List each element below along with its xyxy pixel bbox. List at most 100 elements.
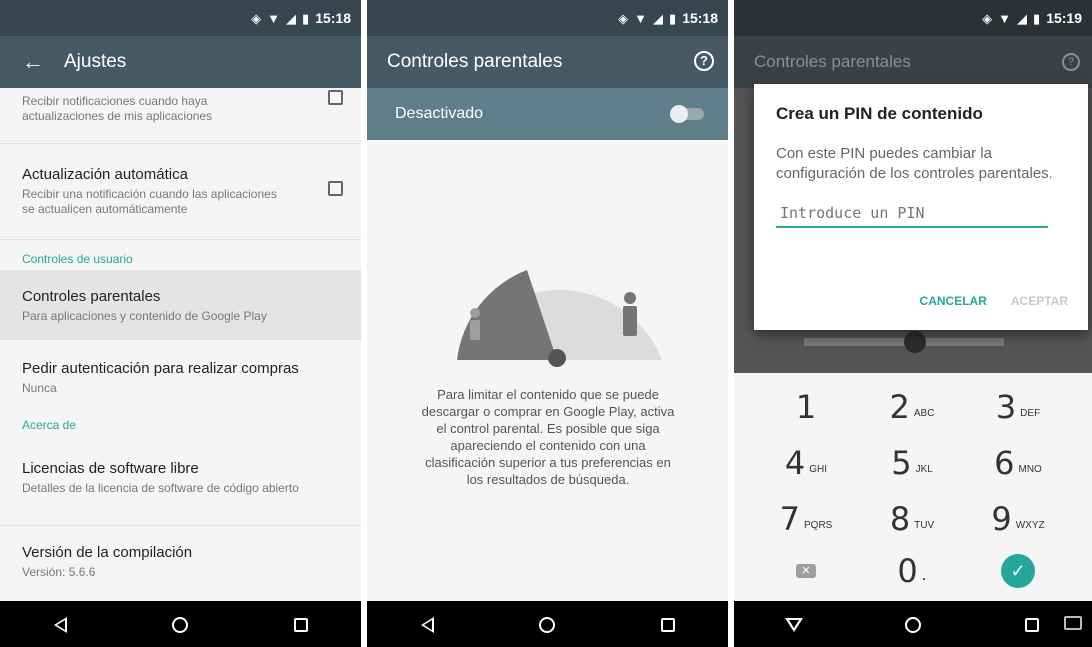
dial-pivot — [548, 349, 566, 367]
list-item[interactable]: Recibir notificaciones cuando haya actua… — [0, 88, 361, 144]
app-bar-dimmed: Controles parentales ? — [734, 36, 1092, 88]
auto-update-checkbox[interactable] — [328, 181, 343, 196]
confirm-key[interactable]: ✓ — [968, 543, 1068, 599]
nav-back-icon[interactable] — [407, 601, 447, 647]
toggle-label: Desactivado — [395, 105, 484, 122]
switch-knob — [670, 105, 688, 123]
wifi-icon: ▼ — [634, 10, 648, 26]
clock: 15:19 — [1046, 10, 1082, 26]
list-item[interactable]: Controles parentales Para aplicaciones y… — [0, 270, 361, 340]
vibrate-icon: ◈ — [618, 10, 629, 26]
app-bar: Controles parentales ? — [367, 36, 728, 88]
row-subtitle: Para aplicaciones y contenido de Google … — [22, 309, 267, 323]
parental-switch[interactable] — [670, 105, 704, 123]
battery-icon: ▮ — [1033, 10, 1041, 26]
key-letters: ABC — [913, 407, 935, 419]
help-icon: ? — [1062, 53, 1080, 71]
row-subtitle: Nunca — [22, 381, 57, 395]
key-digit: 4 — [784, 444, 806, 482]
background-slider-knob — [904, 331, 926, 353]
key-8[interactable]: 8 TUV — [862, 491, 962, 547]
section-header: Acerca de — [22, 418, 77, 432]
accept-button[interactable]: ACEPTAR — [1011, 294, 1068, 308]
row-subtitle: Versión: 5.6.6 — [22, 565, 96, 579]
adult-figure — [623, 292, 637, 336]
key-digit: 2 — [889, 388, 910, 426]
row-subtitle: Recibir notificaciones cuando haya actua… — [22, 94, 213, 123]
nav-home-icon[interactable] — [893, 601, 933, 647]
nav-hide-keyboard-icon[interactable] — [774, 601, 814, 647]
list-item[interactable]: Actualización automática Recibir una not… — [0, 144, 361, 240]
notify-updates-checkbox[interactable] — [328, 90, 343, 105]
key-digit: 3 — [995, 388, 1017, 426]
dialog-actions: CANCELAR ACEPTAR — [920, 294, 1068, 308]
parental-toggle-row[interactable]: Desactivado — [367, 88, 728, 140]
key-letters: GHI — [809, 463, 828, 475]
key-6[interactable]: 6 MNO — [968, 435, 1068, 491]
dialog-body: Con este PIN puedes cambiar la configura… — [776, 145, 1053, 182]
nav-bar — [734, 601, 1092, 647]
clock: 15:18 — [315, 10, 351, 26]
battery-icon: ▮ — [302, 10, 310, 26]
key-9[interactable]: 9 WXYZ — [968, 491, 1068, 547]
row-title: Pedir autenticación para realizar compra… — [22, 360, 299, 377]
parental-controls-screen: ◈ ▼ ◢ ▮ 15:18 Controles parentales ? Des… — [367, 0, 728, 647]
nav-recents-icon[interactable] — [1012, 601, 1052, 647]
key-letters: . — [921, 563, 927, 584]
settings-screen: ◈ ▼ ◢ ▮ 15:18 ← Ajustes Recibir notifica… — [0, 0, 361, 647]
signal-icon: ◢ — [286, 10, 297, 26]
back-arrow-icon[interactable]: ← — [22, 49, 54, 75]
child-figure — [470, 308, 480, 340]
key-0[interactable]: 0. — [862, 543, 962, 599]
key-digit: 5 — [891, 444, 912, 482]
status-bar: ◈ ▼ ◢ ▮ 15:18 — [367, 0, 728, 36]
list-item[interactable]: Versión de la compilación Versión: 5.6.6 — [0, 526, 361, 598]
nav-recents-icon[interactable] — [281, 601, 321, 647]
settings-list: Recibir notificaciones cuando haya actua… — [0, 88, 361, 601]
key-3[interactable]: 3 DEF — [968, 379, 1068, 435]
row-title: Licencias de software libre — [22, 460, 199, 477]
vibrate-icon: ◈ — [982, 10, 993, 26]
keyboard-icon[interactable] — [1064, 616, 1082, 630]
page-title: Controles parentales — [387, 51, 563, 72]
section-header: Controles de usuario — [0, 240, 361, 270]
parental-illustration — [457, 270, 662, 367]
delete-key-icon: ✕ — [796, 564, 816, 578]
list-item[interactable]: Pedir autenticación para realizar compra… — [0, 340, 361, 416]
row-subtitle: Detalles de la licencia de software de c… — [22, 481, 299, 495]
page-title: Controles parentales — [754, 52, 911, 71]
key-2[interactable]: 2 ABC — [862, 379, 962, 435]
status-bar: ◈ ▼ ◢ ▮ 15:18 — [0, 0, 361, 36]
help-icon[interactable]: ? — [694, 51, 714, 71]
dialog-title: Crea un PIN de contenido — [776, 104, 983, 123]
wifi-icon: ▼ — [267, 10, 281, 26]
pin-input[interactable] — [776, 200, 1048, 228]
nav-home-icon[interactable] — [527, 601, 567, 647]
key-digit: 6 — [994, 444, 1015, 482]
list-item[interactable]: Licencias de software libre Detalles de … — [0, 450, 361, 526]
key-letters: MNO — [1018, 463, 1042, 475]
nav-back-icon[interactable] — [40, 601, 80, 647]
battery-icon: ▮ — [669, 10, 677, 26]
key-digit: 7 — [779, 500, 800, 538]
key-digit: 0 — [897, 552, 918, 590]
key-letters: WXYZ — [1015, 519, 1045, 531]
pin-dialog-screen: ◈ ▼ ◢ ▮ 15:19 Controles parentales ? Cre… — [734, 0, 1092, 647]
app-bar: ← Ajustes — [0, 36, 361, 88]
nav-recents-icon[interactable] — [648, 601, 688, 647]
cancel-button[interactable]: CANCELAR — [920, 294, 987, 308]
delete-key[interactable]: ✕ — [756, 543, 856, 599]
key-4[interactable]: 4 GHI — [756, 435, 856, 491]
wifi-icon: ▼ — [998, 10, 1012, 26]
key-letters: TUV — [914, 519, 935, 531]
row-title: Controles parentales — [22, 288, 161, 305]
vibrate-icon: ◈ — [251, 10, 262, 26]
key-letters: JKL — [915, 463, 933, 475]
key-letters: PQRS — [804, 519, 833, 531]
key-5[interactable]: 5 JKL — [862, 435, 962, 491]
nav-home-icon[interactable] — [160, 601, 200, 647]
key-digit: 8 — [889, 500, 911, 538]
key-digit: 9 — [991, 500, 1012, 538]
key-7[interactable]: 7 PQRS — [756, 491, 856, 547]
key-1[interactable]: 1 — [756, 379, 856, 435]
